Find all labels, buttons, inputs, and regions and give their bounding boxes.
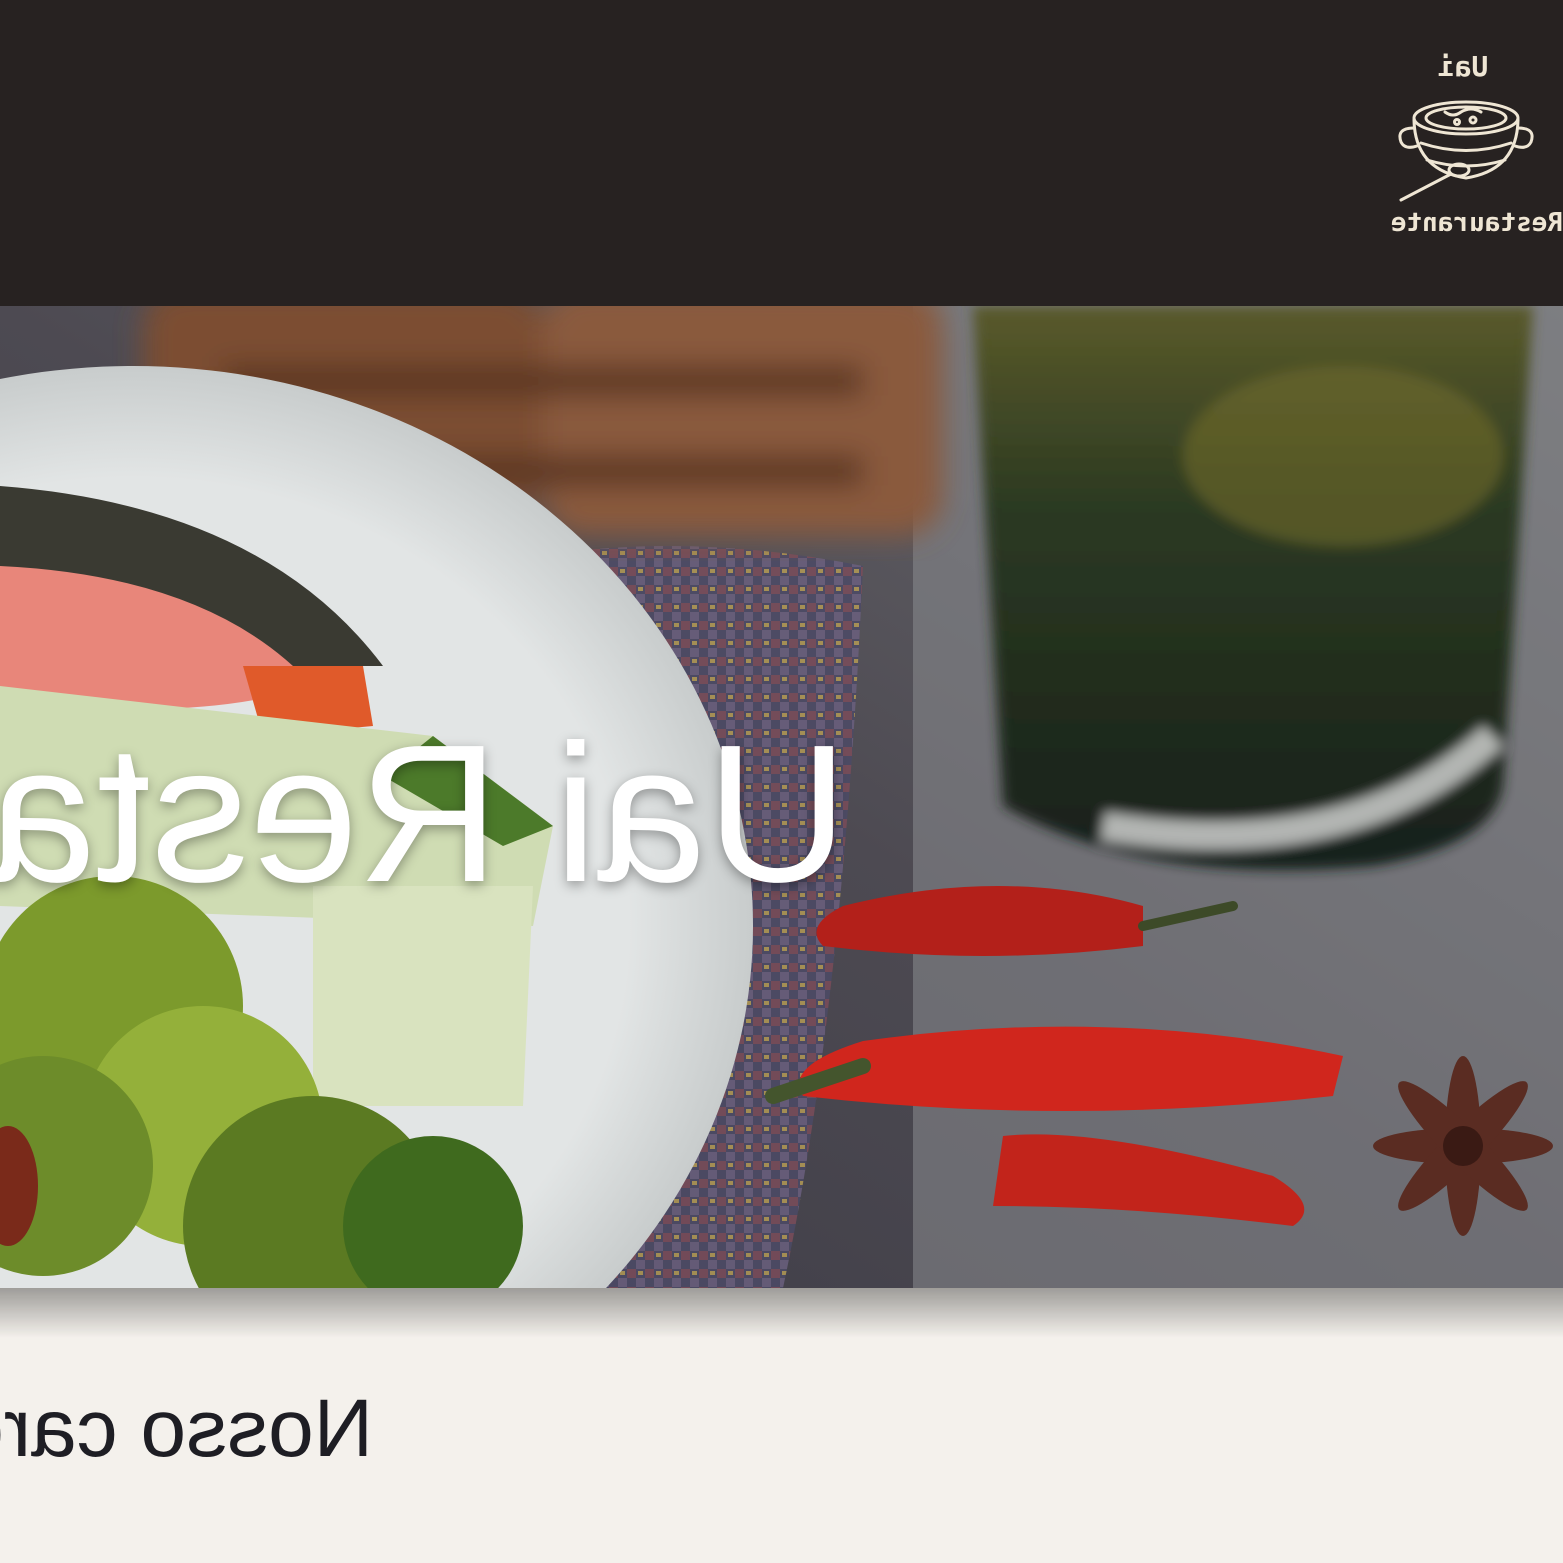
restaurant-logo[interactable]: Uai Restaurante <box>1363 40 1563 250</box>
hero-banner: Uai Restaurante <box>0 306 1563 1288</box>
logo-top-text: Uai <box>1437 50 1489 83</box>
hero-shadow <box>0 1288 1563 1338</box>
soup-pot-icon <box>1398 100 1534 202</box>
menu-section-heading: Nosso cardápio <box>0 1383 373 1474</box>
page: Uai Restaurante Uai Resta Nosso car <box>0 0 1563 1563</box>
hero-title: Uai Restaurante <box>0 704 848 923</box>
site-header: Uai Restaurante <box>0 0 1563 306</box>
logo-bottom-text: Restaurante <box>1390 208 1563 238</box>
